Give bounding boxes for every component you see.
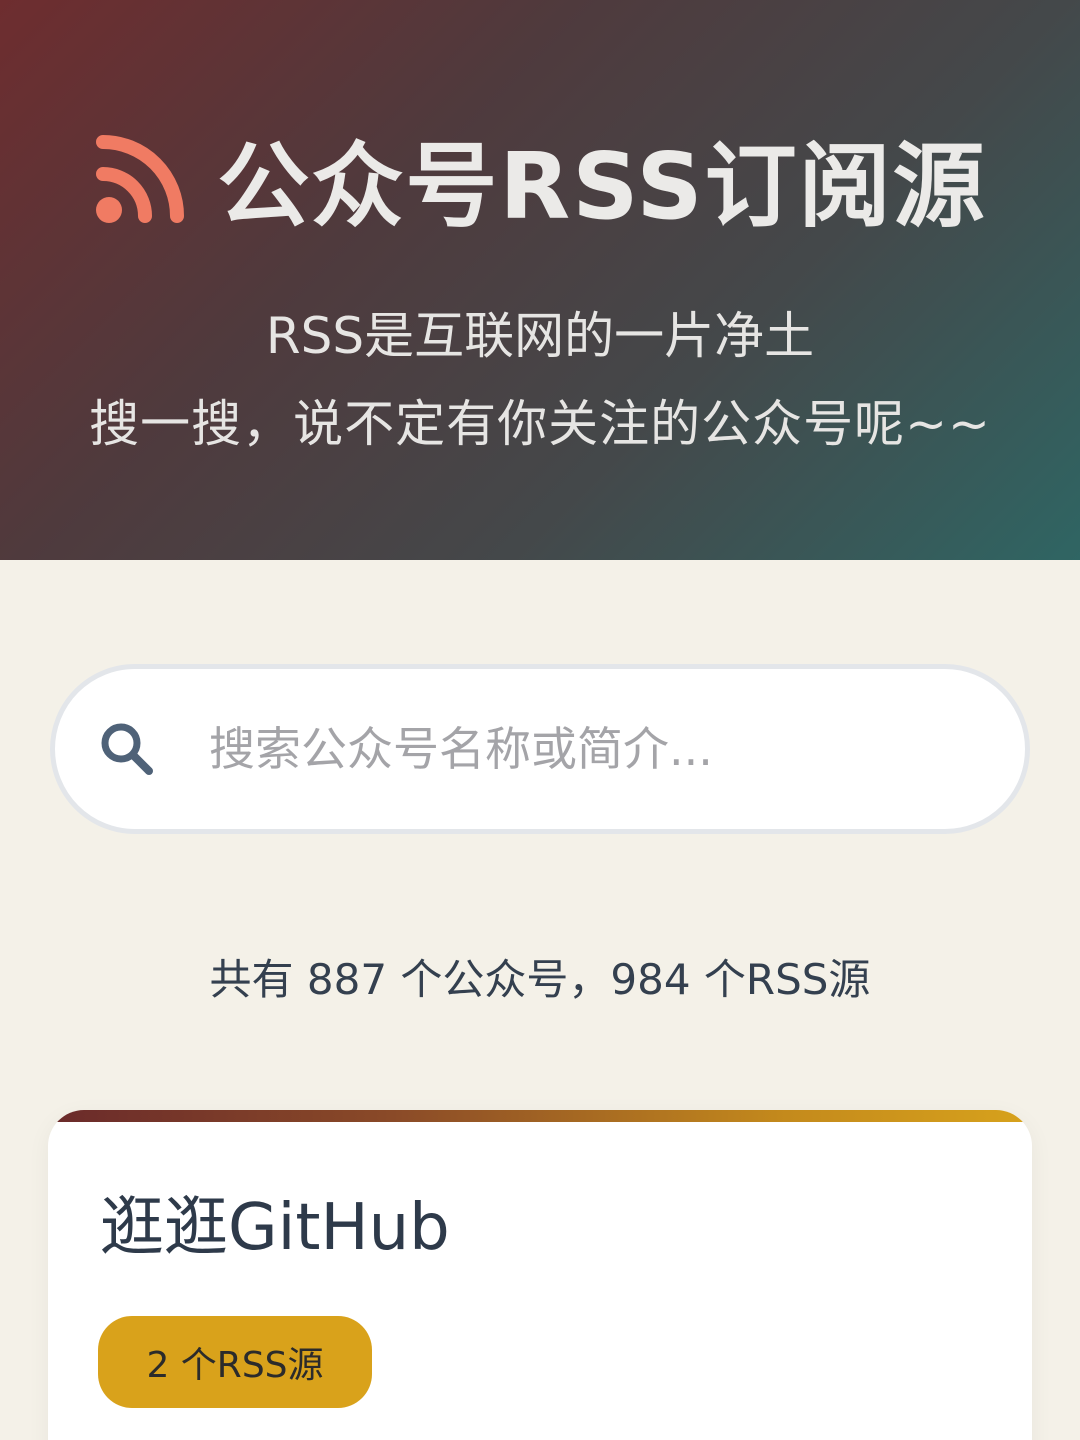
account-name[interactable]: 逛逛GitHub (100, 1176, 450, 1268)
search-icon (101, 723, 153, 775)
page: 公众号RSS订阅源 RSS是互联网的一片净土 搜一搜，说不定有你关注的公众号呢~… (0, 0, 1080, 1440)
header-banner: 公众号RSS订阅源 RSS是互联网的一片净土 搜一搜，说不定有你关注的公众号呢~… (0, 0, 1080, 560)
subtitle-line-2: 搜一搜，说不定有你关注的公众号呢~~ (89, 395, 991, 453)
rss-count-badge[interactable]: 2 个RSS源 (98, 1316, 372, 1408)
rss-icon (96, 135, 185, 223)
search-bar[interactable] (50, 664, 1030, 834)
subtitle-line-1: RSS是互联网的一片净土 (265, 307, 815, 365)
stats-summary: 共有 887 个公众号，984 个RSS源 (209, 955, 871, 1004)
page-title: 公众号RSS订阅源 (217, 132, 987, 240)
result-card[interactable]: 逛逛GitHub 2 个RSS源 (48, 1110, 1032, 1440)
card-accent-bar (48, 1110, 1032, 1122)
search-input[interactable] (209, 709, 989, 789)
title-row: 公众号RSS订阅源 (0, 118, 1080, 240)
